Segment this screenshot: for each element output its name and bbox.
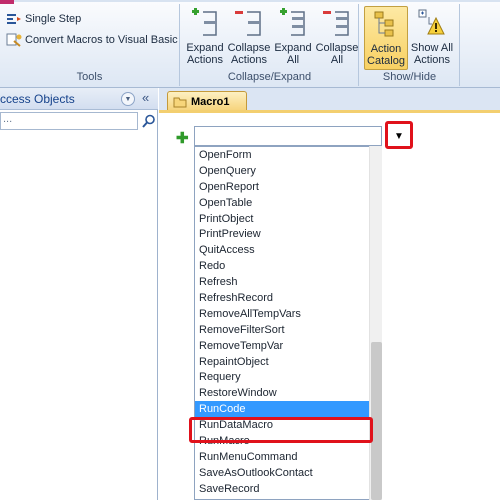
action-catalog-icon (374, 11, 394, 37)
action-list-item[interactable]: RemoveFilterSort (195, 322, 381, 338)
convert-macros-button[interactable]: Convert Macros to Visual Basic (6, 31, 178, 49)
collapse-expand-group: Expand Actions Collapse Actions Expand A… (181, 4, 359, 86)
collapse-all-button[interactable]: Collapse All (315, 6, 359, 70)
expand-all-button[interactable]: Expand All (271, 6, 315, 70)
expand-all-label: Expand All (274, 42, 312, 66)
collapse-actions-label: Collapse Actions (227, 42, 271, 66)
action-list-item[interactable]: QuitAccess (195, 242, 381, 258)
single-step-button[interactable]: Single Step (6, 10, 81, 28)
search-icon[interactable] (142, 114, 156, 128)
collapse-expand-group-label: Collapse/Expand (227, 71, 312, 83)
dropdown-scrollbar[interactable] (369, 146, 382, 500)
tab-label: Macro1 (191, 95, 230, 108)
action-list-item[interactable]: OpenQuery (195, 163, 381, 179)
action-list-item[interactable]: RunMenuCommand (195, 449, 381, 465)
navigation-pane-title: ccess Objects (0, 92, 75, 106)
show-hide-group-label: Show/Hide (382, 71, 437, 83)
macro-icon (173, 97, 187, 107)
collapse-actions-icon (235, 11, 261, 36)
expand-actions-icon (192, 8, 217, 36)
action-list-item[interactable]: RefreshRecord (195, 290, 381, 306)
ribbon-top-border (14, 0, 500, 2)
expand-actions-label: Expand Actions (186, 42, 224, 66)
runcode-highlight (189, 417, 373, 443)
action-list-item[interactable]: Redo (195, 258, 381, 274)
action-dropdown-list[interactable]: OpenForm OpenQuery OpenReport OpenTable Prin… (194, 146, 382, 500)
action-list-item[interactable]: Refresh (195, 274, 381, 290)
action-list-item[interactable]: OpenTable (195, 195, 381, 211)
ribbon: Single Step Convert Macros to Visual Bas… (0, 0, 500, 88)
show-all-actions-label: Show All Actions (410, 42, 454, 66)
tools-group-label: Tools (76, 71, 103, 83)
action-list-item[interactable]: SearchForRecord (195, 497, 381, 500)
navigation-search-input[interactable]: ... (0, 112, 138, 130)
dropdown-button-highlight (385, 121, 413, 149)
action-list-item[interactable]: RemoveTempVar (195, 338, 381, 354)
action-list-item[interactable]: Requery (195, 369, 381, 385)
add-new-action-combo[interactable] (194, 126, 382, 146)
collapse-actions-button[interactable]: Collapse Actions (227, 6, 271, 70)
action-list-item[interactable]: RunCode (195, 401, 381, 418)
convert-macros-label: Convert Macros to Visual Basic (25, 34, 178, 46)
single-step-label: Single Step (25, 13, 82, 25)
collapse-pane-icon[interactable]: « (142, 90, 149, 105)
action-list-item[interactable]: RepaintObject (195, 354, 381, 370)
action-catalog-label: Action Catalog (367, 43, 405, 67)
add-action-plus-icon: ✚ (176, 130, 189, 147)
macro-designer-canvas: ✚ ▼ OpenForm OpenQuery OpenReport OpenTable… (159, 113, 500, 500)
document-area: Macro1 ✚ ▼ OpenForm OpenQuery OpenReport Op… (159, 88, 500, 500)
action-list-item[interactable]: SaveAsOutlookContact (195, 465, 381, 481)
action-list-item[interactable]: RemoveAllTempVars (195, 306, 381, 322)
convert-macros-icon (6, 33, 22, 47)
action-list-item[interactable]: PrintObject (195, 211, 381, 227)
action-list-item[interactable]: OpenReport (195, 179, 381, 195)
action-list-item[interactable]: RestoreWindow (195, 385, 381, 401)
show-all-actions-button[interactable]: Show All Actions (410, 6, 454, 70)
action-list-item[interactable]: SaveRecord (195, 481, 381, 497)
single-step-icon (6, 12, 22, 26)
tab-macro1[interactable]: Macro1 (167, 91, 247, 111)
navigation-pane: ccess Objects ▼ « ... (0, 88, 158, 500)
navigation-pane-header: ccess Objects ▼ « (0, 88, 158, 110)
expand-actions-button[interactable]: Expand Actions (183, 6, 227, 70)
collapse-all-label: Collapse All (315, 42, 359, 66)
action-catalog-button[interactable]: Action Catalog (364, 6, 408, 70)
collapse-all-icon (323, 11, 349, 36)
action-list-item[interactable]: OpenForm (195, 147, 381, 163)
expand-all-icon (280, 8, 305, 36)
show-hide-group: Action Catalog Show All Actions Show/Hid… (360, 4, 460, 86)
chevron-down-icon[interactable]: ▼ (121, 92, 135, 106)
show-all-actions-icon (418, 9, 445, 35)
tools-group: Single Step Convert Macros to Visual Bas… (0, 4, 180, 86)
action-list-item[interactable]: PrintPreview (195, 226, 381, 242)
